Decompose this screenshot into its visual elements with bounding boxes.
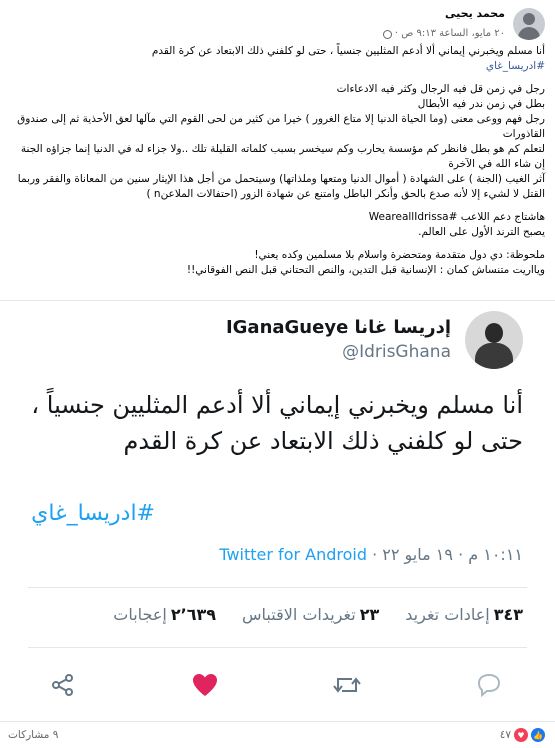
- shares-count[interactable]: ٩ مشاركات: [8, 729, 58, 741]
- post-line: لتعلم كم هو بطل فانظر كم مؤسسة يحارب وكم…: [20, 143, 545, 170]
- post-line: ويااريت متنساش كمان : الإنسانية قبل التد…: [186, 264, 545, 276]
- post-header: محمد يحيى ٢٠ مايو، الساعة ٩:١٣ ص ·: [382, 6, 545, 41]
- quotes-count: ٢٣: [359, 605, 380, 624]
- post-line: بطل في زمن ندر فيه الأبطال: [417, 98, 545, 110]
- author-name[interactable]: محمد يحيى: [383, 6, 505, 21]
- tweet-timestamp: ١٠:١١ م · ١٩ مايو ٢٢ ·: [372, 545, 523, 564]
- reply-icon: [474, 671, 504, 699]
- post-line: رجل في زمن قل فيه الرجال وكثر فيه الادعا…: [336, 83, 545, 95]
- heart-icon: [190, 671, 220, 699]
- post-line: ملحوظة: دي دول متقدمة ومتحضرة واسلام بلا…: [254, 249, 545, 261]
- love-reaction-icon: ♥: [514, 728, 528, 742]
- likes-label: إعجابات: [113, 605, 167, 624]
- quotes-stat: ٢٣تغريدات الاقتباس: [242, 605, 379, 624]
- post-text: أنا مسلم ويخبرني إيماني ألا أدعم المثليي…: [10, 44, 545, 286]
- tweet-names: إدريسا غانا IGanaGueye @IdrisGhana: [226, 316, 451, 364]
- post-paragraph: ملحوظة: دي دول متقدمة ومتحضرة واسلام بلا…: [10, 248, 545, 278]
- facebook-post: محمد يحيى ٢٠ مايو، الساعة ٩:١٣ ص · أنا م…: [0, 0, 555, 748]
- likes-count: ٢٬٦٣٩: [170, 605, 216, 624]
- tweet-actions: [0, 665, 555, 705]
- post-line: رجل فهم ووعى معنى (وما الحياة الدنيا إلا…: [17, 113, 545, 140]
- quotes-label: تغريدات الاقتباس: [242, 605, 356, 624]
- tweet-source: Twitter for Android: [219, 545, 367, 564]
- post-paragraph: هاشتاج دعم اللاعب #WeareallIdrissa يصبح …: [10, 210, 545, 240]
- like-reaction-icon: 👍: [531, 728, 545, 742]
- tweet-header: إدريسا غانا IGanaGueye @IdrisGhana: [226, 311, 523, 369]
- share-icon: [48, 671, 78, 699]
- post-paragraph: رجل في زمن قل فيه الرجال وكثر فيه الادعا…: [10, 82, 545, 202]
- hashtag-line[interactable]: هاشتاج دعم اللاعب #WeareallIdrissa: [10, 210, 545, 225]
- retweets-count: ٣٤٣: [493, 605, 523, 624]
- retweet-icon: [332, 671, 362, 699]
- tweet-body: أنا مسلم ويخبرني إيماني ألا أدعم المثليي…: [31, 391, 523, 455]
- divider: [28, 587, 527, 588]
- tweet-hashtag: #ادريسا_غاي: [31, 501, 155, 526]
- tweet-avatar: [465, 311, 523, 369]
- tweet-screenshot[interactable]: إدريسا غانا IGanaGueye @IdrisGhana أنا م…: [0, 300, 555, 722]
- retweets-label: إعادات تغريد: [405, 605, 490, 624]
- likes-stat: ٢٬٦٣٩إعجابات: [113, 605, 216, 624]
- post-timestamp[interactable]: ٢٠ مايو، الساعة ٩:١٣ ص ·: [395, 27, 505, 41]
- tweet-handle: @IdrisGhana: [342, 342, 451, 362]
- hashtag-link[interactable]: #ادريسا_غاي: [10, 59, 545, 74]
- reactions-count: ٤٧: [499, 729, 511, 741]
- post-paragraph: أنا مسلم ويخبرني إيماني ألا أدعم المثليي…: [10, 44, 545, 74]
- author-avatar[interactable]: [513, 7, 545, 40]
- reactions-summary[interactable]: 👍 ♥ ٤٧: [500, 728, 545, 742]
- post-date[interactable]: ٢٠ مايو، الساعة ٩:١٣ ص ·: [382, 27, 505, 41]
- author-meta: محمد يحيى ٢٠ مايو، الساعة ٩:١٣ ص ·: [382, 6, 505, 41]
- tweet-stats: ٣٤٣إعادات تغريد ٢٣تغريدات الاقتباس ٢٬٦٣٩…: [113, 605, 523, 624]
- post-line: أنا مسلم ويخبرني إيماني ألا أدعم المثليي…: [151, 45, 545, 57]
- divider: [28, 647, 527, 648]
- tweet-meta: ١٠:١١ م · ١٩ مايو ٢٢ · Twitter for Andro…: [219, 545, 523, 564]
- post-line: يصبح الترند الأول على العالم.: [418, 226, 545, 238]
- retweets-stat: ٣٤٣إعادات تغريد: [405, 605, 523, 624]
- tweet-display-name: إدريسا غانا IGanaGueye: [225, 317, 451, 338]
- globe-icon: [382, 29, 392, 39]
- post-line: آثر الغيب (الجنة ) على الشهادة ( أموال ا…: [17, 173, 545, 200]
